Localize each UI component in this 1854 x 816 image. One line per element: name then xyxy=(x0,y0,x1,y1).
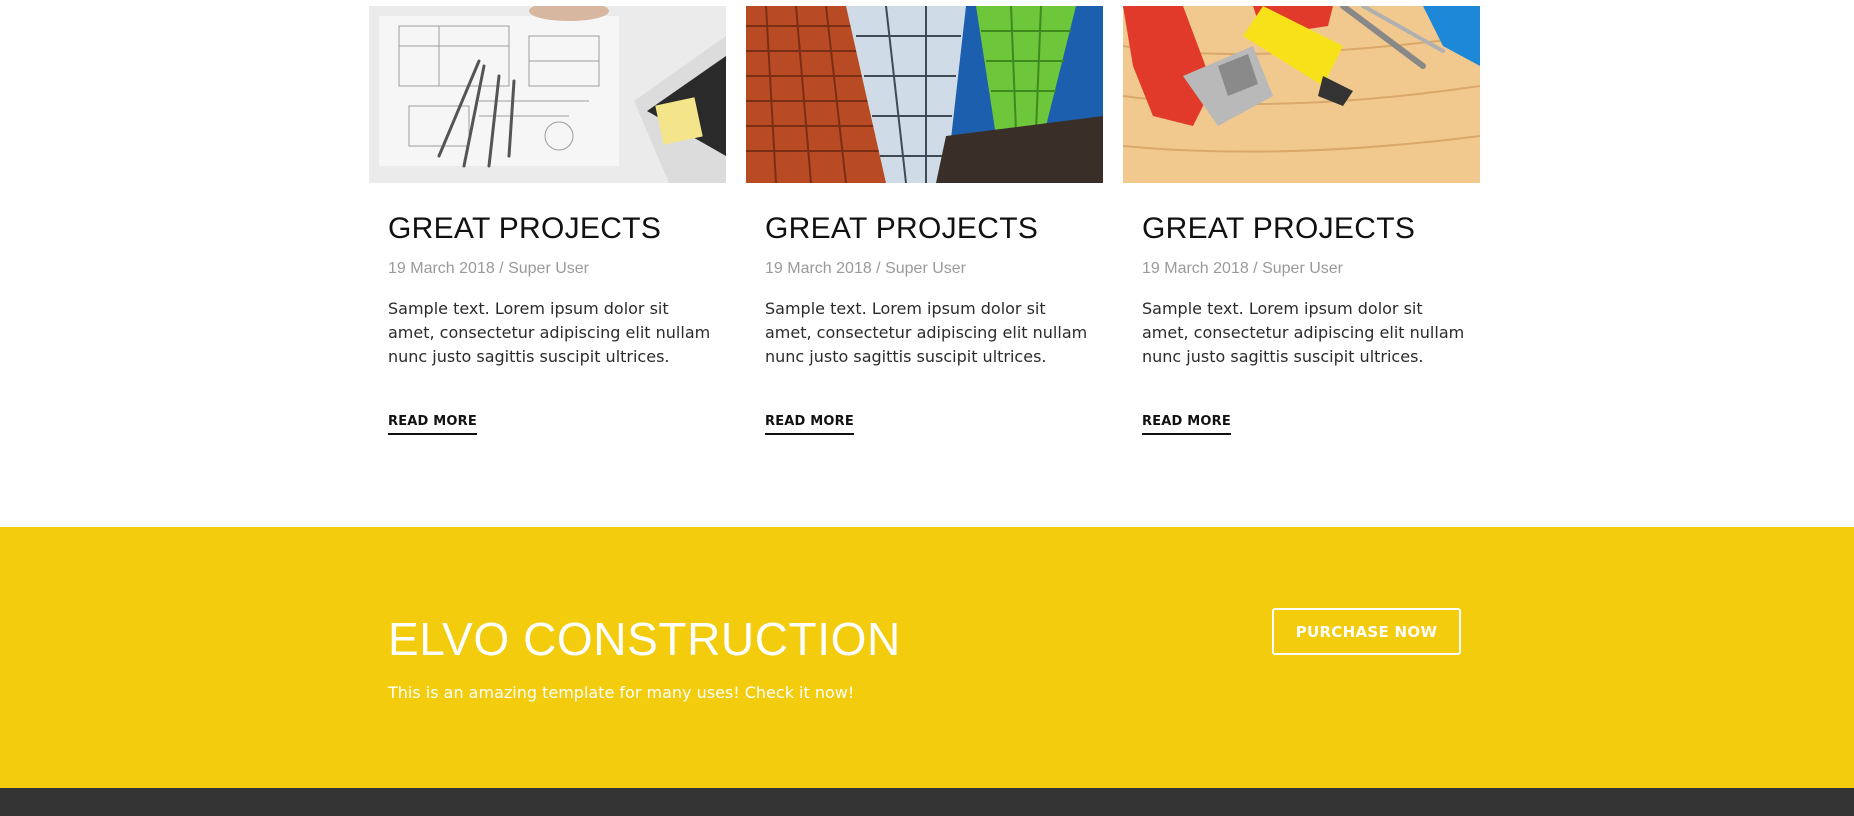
post-title[interactable]: GREAT PROJECTS xyxy=(765,211,1084,247)
post-title[interactable]: GREAT PROJECTS xyxy=(388,211,707,247)
read-more-link[interactable]: READ MORE xyxy=(388,414,477,435)
post-excerpt: Sample text. Lorem ipsum dolor sit amet,… xyxy=(765,299,1088,366)
post-meta: 19 March 2018 / Super User xyxy=(765,260,966,277)
post-excerpt: Sample text. Lorem ipsum dolor sit amet,… xyxy=(388,299,711,366)
post-image-building-facade[interactable] xyxy=(746,6,1103,183)
read-more-link[interactable]: READ MORE xyxy=(765,414,854,435)
post-meta: 19 March 2018 / Super User xyxy=(1142,260,1343,277)
footer xyxy=(0,788,1854,816)
post-excerpt: Sample text. Lorem ipsum dolor sit amet,… xyxy=(1142,299,1465,366)
blog-section: GREAT PROJECTS 19 March 2018 / Super Use… xyxy=(0,0,1854,527)
post-image-architect-drawings[interactable] xyxy=(369,6,726,183)
post-title[interactable]: GREAT PROJECTS xyxy=(1142,211,1461,247)
post-meta: 19 March 2018 / Super User xyxy=(388,260,589,277)
blog-post-card: GREAT PROJECTS 19 March 2018 / Super Use… xyxy=(746,6,1103,435)
blog-post-card: GREAT PROJECTS 19 March 2018 / Super Use… xyxy=(369,6,726,435)
cta-title: ELVO CONSTRUCTION xyxy=(388,613,901,665)
read-more-link[interactable]: READ MORE xyxy=(1142,414,1231,435)
blog-post-card: GREAT PROJECTS 19 March 2018 / Super Use… xyxy=(1123,6,1480,435)
cta-subtitle: This is an amazing template for many use… xyxy=(388,683,855,702)
purchase-now-button[interactable]: PURCHASE NOW xyxy=(1272,608,1461,655)
post-image-tools-on-wood[interactable] xyxy=(1123,6,1480,183)
call-to-action-banner: ELVO CONSTRUCTION This is an amazing tem… xyxy=(0,527,1854,788)
